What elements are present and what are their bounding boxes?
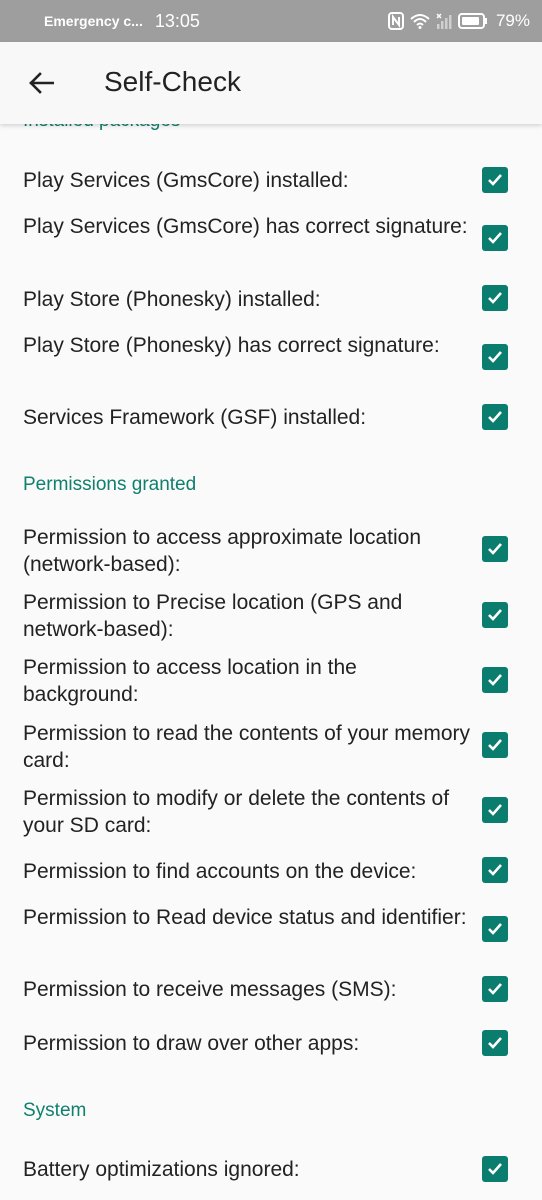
- check-icon: [488, 174, 502, 186]
- checkbox-perm-modify-sd-card[interactable]: [482, 797, 508, 823]
- check-row-gmscore-signature: Play Services (GmsCore) has correct sign…: [23, 215, 468, 238]
- checkbox-perm-receive-sms[interactable]: [482, 976, 508, 1002]
- check-icon: [488, 923, 502, 935]
- checkbox-perm-background-location[interactable]: [482, 667, 508, 693]
- checkbox-perm-precise-location[interactable]: [482, 602, 508, 628]
- check-row-phonesky-installed: Play Store (Phonesky) installed:: [23, 288, 321, 311]
- status-icons: 79%: [387, 0, 530, 42]
- app-bar: Self-Check: [0, 42, 542, 124]
- check-icon: [488, 1037, 502, 1049]
- wifi-icon: [410, 14, 430, 29]
- checkbox-gmscore-signature[interactable]: [482, 225, 508, 251]
- status-time: 13:05: [154, 10, 200, 31]
- check-row-perm-receive-sms: Permission to receive messages (SMS):: [23, 978, 397, 1001]
- checkbox-perm-read-memory-card[interactable]: [482, 732, 508, 758]
- check-row-perm-modify-sd-card: Permission to modify or delete the conte…: [23, 787, 450, 837]
- check-icon: [488, 739, 502, 751]
- section-header-permissions: Permissions granted: [23, 474, 197, 495]
- page-title: Self-Check: [104, 66, 241, 97]
- check-icon: [488, 292, 502, 304]
- section-header-installed: Installed packages: [23, 124, 180, 132]
- check-icon: [488, 232, 502, 244]
- check-icon: [488, 1163, 502, 1175]
- checkbox-phonesky-signature[interactable]: [482, 344, 508, 370]
- self-check-list[interactable]: Installed packages Play Services (GmsCor…: [0, 124, 542, 1200]
- check-icon: [488, 411, 502, 423]
- check-row-perm-draw-over-apps: Permission to draw over other apps:: [23, 1032, 360, 1055]
- status-bar: Emergency c... 13:05 79%: [0, 0, 542, 42]
- checkbox-gmscore-installed[interactable]: [482, 167, 508, 193]
- check-row-phonesky-signature: Play Store (Phonesky) has correct signat…: [23, 334, 440, 357]
- check-row-perm-approx-location: Permission to access approximate locatio…: [23, 526, 422, 576]
- checkbox-perm-draw-over-apps[interactable]: [482, 1030, 508, 1056]
- check-row-battery-optimizations: Battery optimizations ignored:: [23, 1158, 300, 1181]
- checkbox-perm-approx-location[interactable]: [482, 536, 508, 562]
- battery-percent: 79%: [495, 11, 530, 30]
- arrow-back-icon: [29, 72, 54, 94]
- checkbox-perm-find-accounts[interactable]: [482, 857, 508, 883]
- check-icon: [488, 609, 502, 621]
- checkbox-phonesky-installed[interactable]: [482, 285, 508, 311]
- check-icon: [488, 543, 502, 555]
- check-row-perm-background-location: Permission to access location in the bac…: [23, 656, 357, 706]
- check-row-perm-device-status: Permission to Read device status and ide…: [23, 906, 467, 929]
- back-button[interactable]: [22, 64, 60, 102]
- checkbox-gsf-installed[interactable]: [482, 404, 508, 430]
- check-icon: [488, 864, 502, 876]
- carrier-label: Emergency c...: [44, 13, 143, 29]
- check-row-gsf-installed: Services Framework (GSF) installed:: [23, 406, 367, 429]
- check-icon: [488, 804, 502, 816]
- check-icon: [488, 983, 502, 995]
- check-row-perm-precise-location: Permission to Precise location (GPS and …: [23, 591, 403, 641]
- check-icon: [488, 351, 502, 363]
- check-row-perm-find-accounts: Permission to find accounts on the devic…: [23, 860, 417, 883]
- check-row-gmscore-installed: Play Services (GmsCore) installed:: [23, 169, 349, 192]
- section-header-system: System: [23, 1100, 87, 1121]
- nfc-icon: [387, 12, 404, 30]
- checkbox-perm-device-status[interactable]: [482, 916, 508, 942]
- status-left: Emergency c... 13:05: [44, 0, 200, 42]
- battery-icon: [457, 13, 487, 29]
- check-row-perm-read-memory-card: Permission to read the contents of your …: [23, 722, 471, 772]
- checkbox-battery-optimizations[interactable]: [482, 1156, 508, 1182]
- check-icon: [488, 674, 502, 686]
- signal-icon: [436, 13, 452, 29]
